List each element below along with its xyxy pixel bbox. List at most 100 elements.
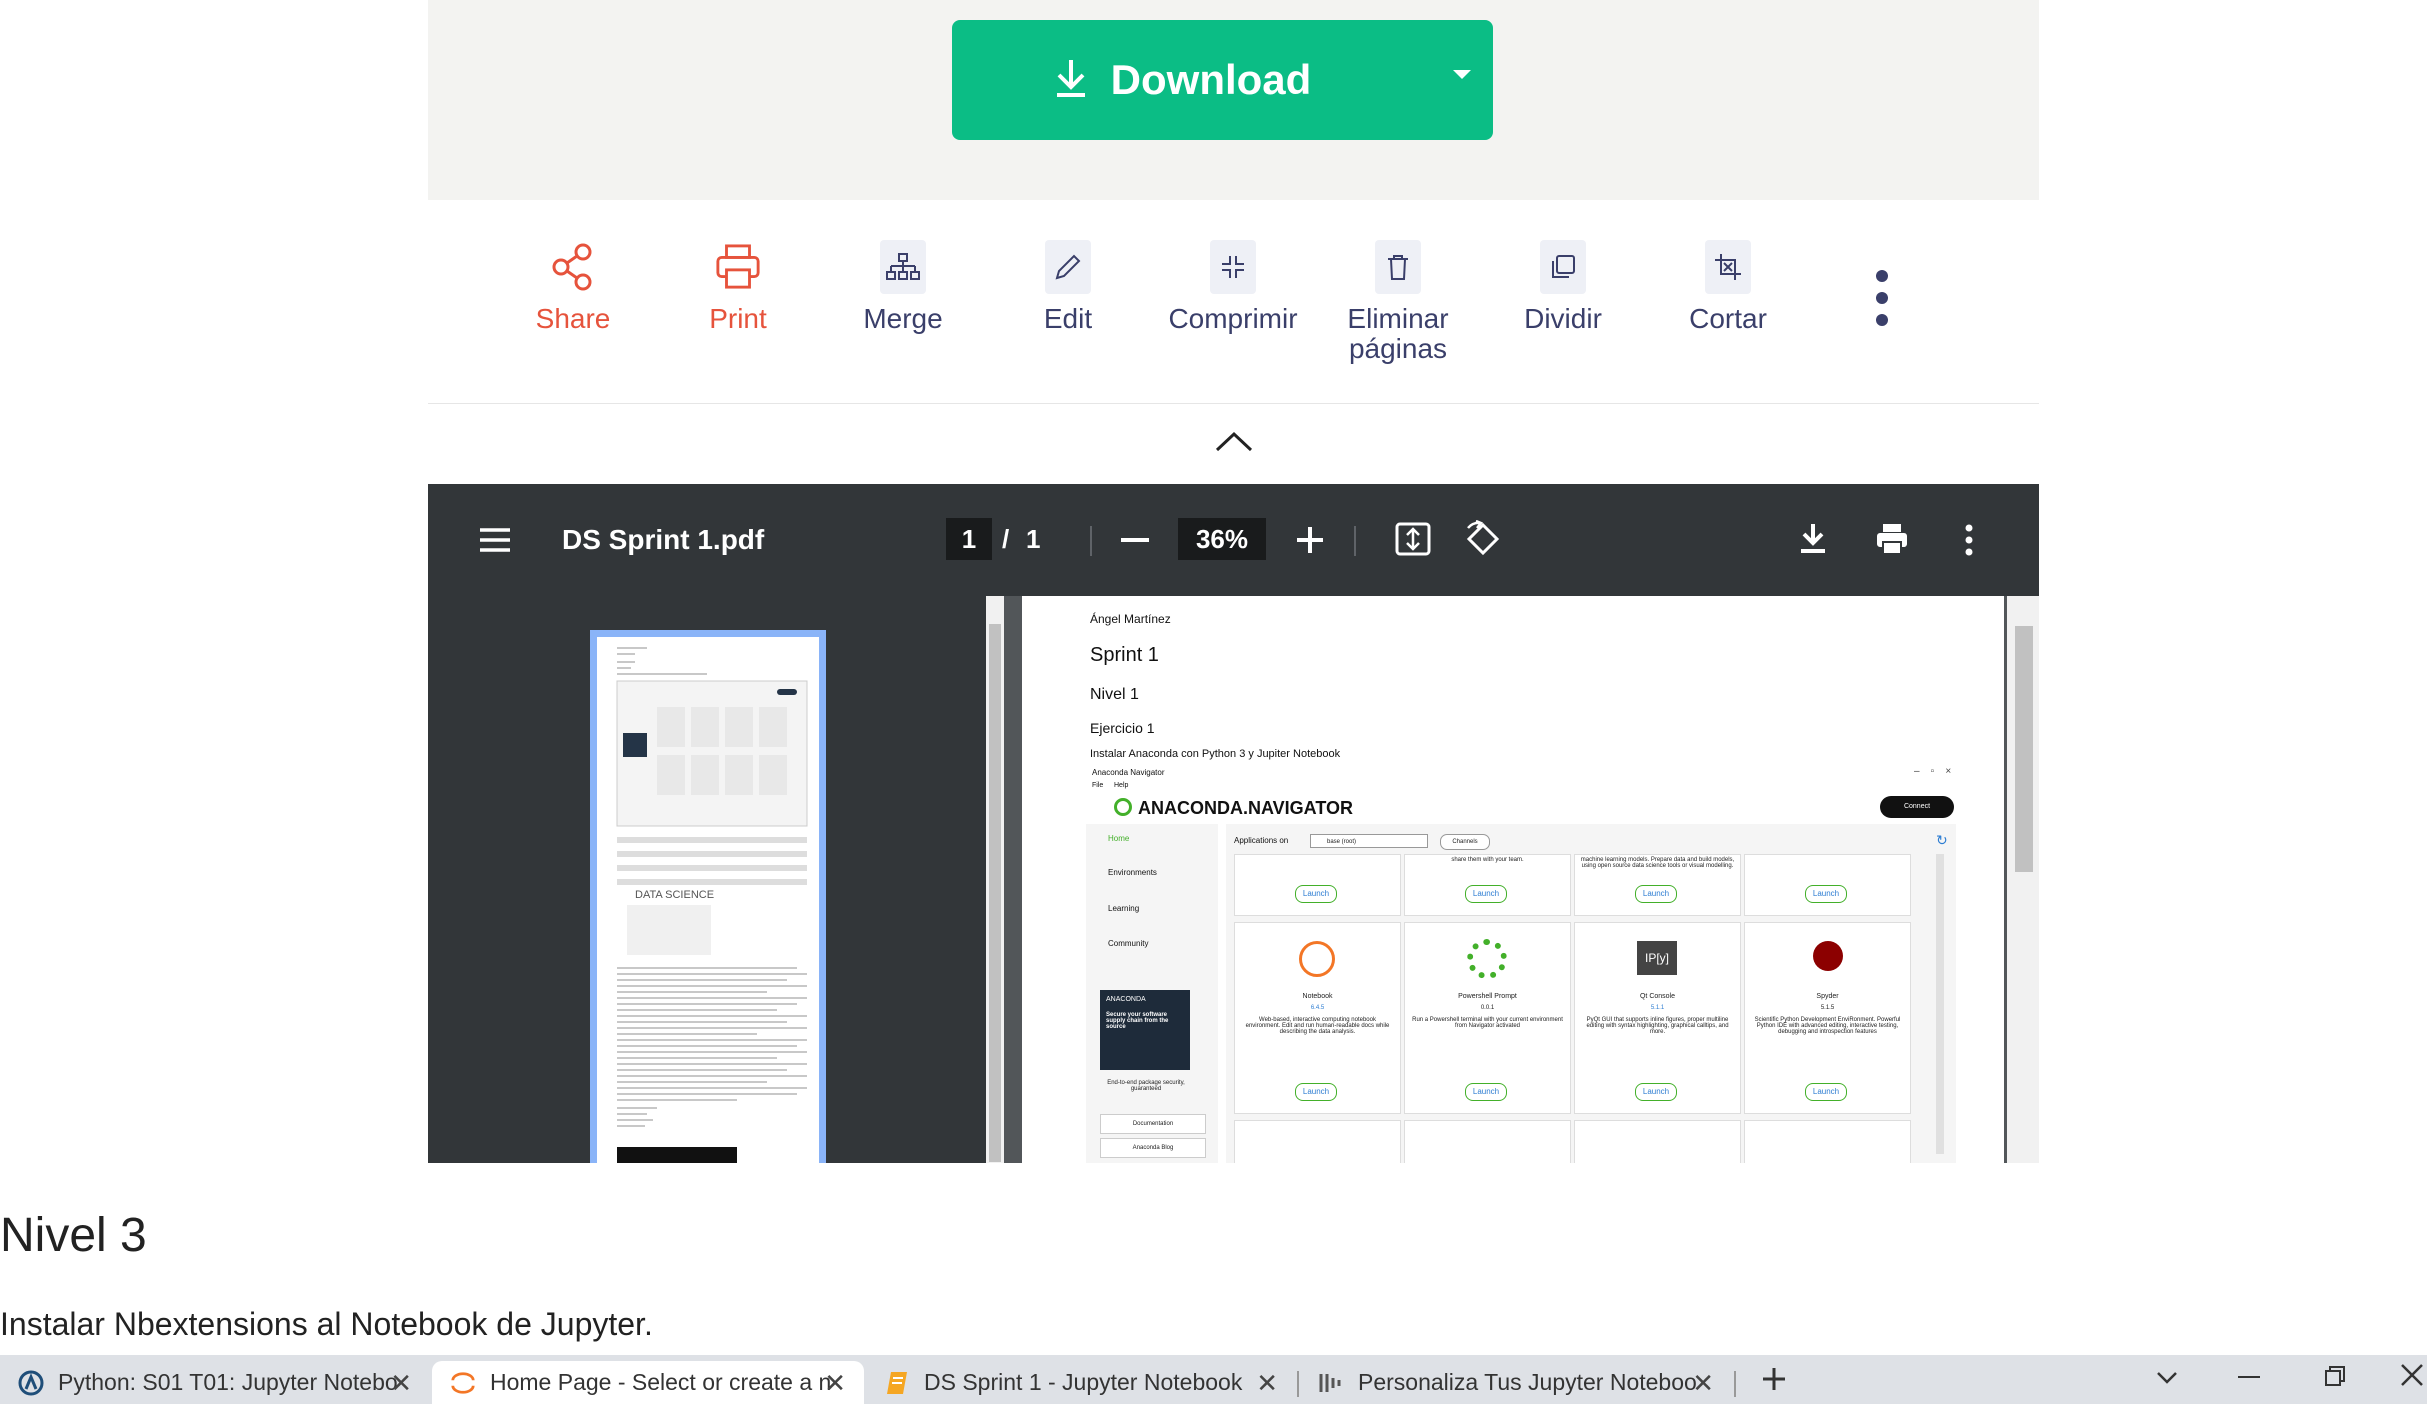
app-card-qtconsole: IP[y] Qt Console 5.1.1 PyQt GUI that sup… (1574, 922, 1741, 1114)
page-thumbnail[interactable]: DATA SCIENCE (590, 630, 826, 1163)
page-scrollbar[interactable] (2007, 596, 2039, 1163)
chevron-down-icon[interactable] (2156, 1369, 2178, 1390)
app-card: share them with your team. Launch (1404, 854, 1571, 916)
merge-button[interactable]: Merge (828, 240, 978, 334)
close-tab-icon[interactable]: ✕ (390, 1368, 412, 1399)
pdf-download-icon[interactable] (1798, 522, 1828, 561)
promo-brand: ANACONDA (1106, 996, 1146, 1003)
anaconda-main: Applications on base (root) Channels ↻ L… (1226, 824, 1956, 1163)
thumbnail-scrollbar[interactable] (986, 596, 1004, 1163)
launch-button: Launch (1635, 1083, 1677, 1101)
more-dot-icon (1876, 270, 1888, 282)
menu-icon[interactable] (478, 526, 512, 559)
close-tab-icon[interactable]: ✕ (1256, 1368, 1278, 1399)
refresh-icon: ↻ (1936, 832, 1948, 848)
page-separator: / (1002, 524, 1010, 554)
compress-label: Comprimir (1168, 303, 1298, 334)
scrollbar-thumb[interactable] (2015, 626, 2033, 872)
chevron-up-icon[interactable] (1215, 430, 1253, 457)
app-card: Launch (1744, 854, 1911, 916)
compress-button[interactable]: Comprimir (1158, 240, 1308, 334)
anaconda-sidebar: Home Environments Learning Community ANA… (1086, 824, 1218, 1163)
anaconda-promo: ANACONDA Secure your software supply cha… (1100, 990, 1190, 1070)
anaconda-menu-help: Help (1114, 782, 1129, 789)
notebook-icon (884, 1370, 910, 1396)
thumbnail-banner-text: DATA SCIENCE (635, 889, 715, 901)
app-desc: Scientific Python Development EnviRonmen… (1754, 1017, 1901, 1035)
trash-icon (1375, 240, 1421, 294)
documentation-link: Documentation (1100, 1114, 1206, 1134)
edit-button[interactable]: Edit (993, 240, 1143, 334)
spyder-logo-icon (1813, 941, 1843, 971)
split-button[interactable]: Dividir (1488, 240, 1638, 334)
merge-label: Merge (863, 303, 943, 334)
app-name: Powershell Prompt (1458, 993, 1517, 1000)
doc-author: Ángel Martínez (1090, 612, 1171, 626)
pdf-viewer-body: DATA SCIENCE Ángel Martínez Sprint 1 Niv… (428, 596, 2039, 1163)
printer-icon (715, 240, 761, 294)
bars-icon (1318, 1370, 1344, 1396)
pdf-tools-toolbar: Share Print Merge Edit Comprimir Elimina… (428, 200, 2039, 404)
anaconda-connect-button: Connect (1880, 796, 1954, 818)
zoom-out-icon[interactable] (1121, 538, 1149, 542)
split-icon (1540, 240, 1586, 294)
download-button[interactable]: Download (952, 20, 1493, 140)
promo-text: Secure your software supply chain from t… (1106, 1012, 1169, 1030)
zoom-in-icon[interactable] (1296, 526, 1324, 559)
app-card (1234, 1120, 1401, 1163)
browser-tab[interactable]: Python: S01 T01: Jupyter Notebo ✕ (0, 1361, 430, 1404)
anaconda-logo-icon (1114, 798, 1132, 816)
app-card-spyder: Spyder 5.1.5 Scientific Python Developme… (1744, 922, 1911, 1114)
close-window-icon[interactable] (2400, 1363, 2424, 1392)
doc-title: Sprint 1 (1090, 644, 1159, 666)
tab-title: Personaliza Tus Jupyter Noteboo (1358, 1369, 1697, 1395)
compress-icon (1210, 240, 1256, 294)
zoom-level-input[interactable]: 36% (1178, 518, 1266, 560)
close-tab-icon[interactable]: ✕ (824, 1368, 846, 1399)
share-label: Share (535, 303, 611, 334)
app-version: 0.0.1 (1480, 1005, 1495, 1011)
scrollbar-thumb[interactable] (989, 624, 1001, 1162)
more-dot-icon (1876, 314, 1888, 326)
merge-icon (880, 240, 926, 294)
share-icon (550, 240, 596, 294)
jupyter-logo-icon (1299, 941, 1335, 977)
app-desc: machine learning models. Prepare data an… (1580, 857, 1735, 869)
new-tab-icon[interactable] (1760, 1365, 1788, 1398)
app-card (1404, 1120, 1571, 1163)
fit-page-icon[interactable] (1395, 522, 1431, 561)
pdf-more-icon[interactable] (1964, 524, 1974, 561)
app-version: 5.1.5 (1820, 1005, 1835, 1011)
pdf-page: Ángel Martínez Sprint 1 Nivel 1 Ejercici… (1022, 596, 2004, 1163)
doc-level: Nivel 1 (1090, 686, 1139, 703)
pdf-print-icon[interactable] (1875, 522, 1909, 561)
app-desc: PyQt GUI that supports inline figures, p… (1586, 1017, 1729, 1035)
collapse-row (428, 404, 2039, 484)
anaconda-nav-home: Home (1108, 834, 1130, 843)
browser-tab[interactable]: Personaliza Tus Jupyter Noteboo ✕ (1300, 1361, 1732, 1404)
app-desc: Web-based, interactive computing noteboo… (1245, 1017, 1390, 1035)
toolbar-divider (1354, 526, 1356, 556)
delete-pages-button[interactable]: Eliminar páginas (1323, 240, 1473, 364)
pdf-file-name: DS Sprint 1.pdf (562, 524, 765, 555)
minimize-icon[interactable] (2238, 1376, 2260, 1378)
app-card (1574, 1120, 1741, 1163)
launch-button: Launch (1295, 1083, 1337, 1101)
rotate-icon[interactable] (1464, 519, 1502, 563)
crop-button[interactable]: Cortar (1653, 240, 1803, 334)
app-card (1744, 1120, 1911, 1163)
close-tab-icon[interactable]: ✕ (1692, 1368, 1714, 1399)
anaconda-window-controls: – ▫ × (1914, 766, 1952, 777)
tab-separator (1297, 1371, 1299, 1397)
download-icon (1053, 58, 1089, 103)
page-number-input[interactable]: 1 (946, 518, 992, 560)
anaconda-scrollbar (1936, 854, 1944, 1154)
download-options-caret-icon[interactable] (1453, 70, 1471, 79)
print-button[interactable]: Print (663, 240, 813, 334)
browser-tab-active[interactable]: Home Page - Select or create a n ✕ (432, 1361, 864, 1404)
share-button[interactable]: Share (498, 240, 648, 334)
browser-tab[interactable]: DS Sprint 1 - Jupyter Notebook ✕ (866, 1361, 1296, 1404)
app-name: Notebook (1302, 993, 1333, 1000)
more-tools-button[interactable] (1867, 268, 1897, 338)
restore-icon[interactable] (2324, 1365, 2346, 1392)
